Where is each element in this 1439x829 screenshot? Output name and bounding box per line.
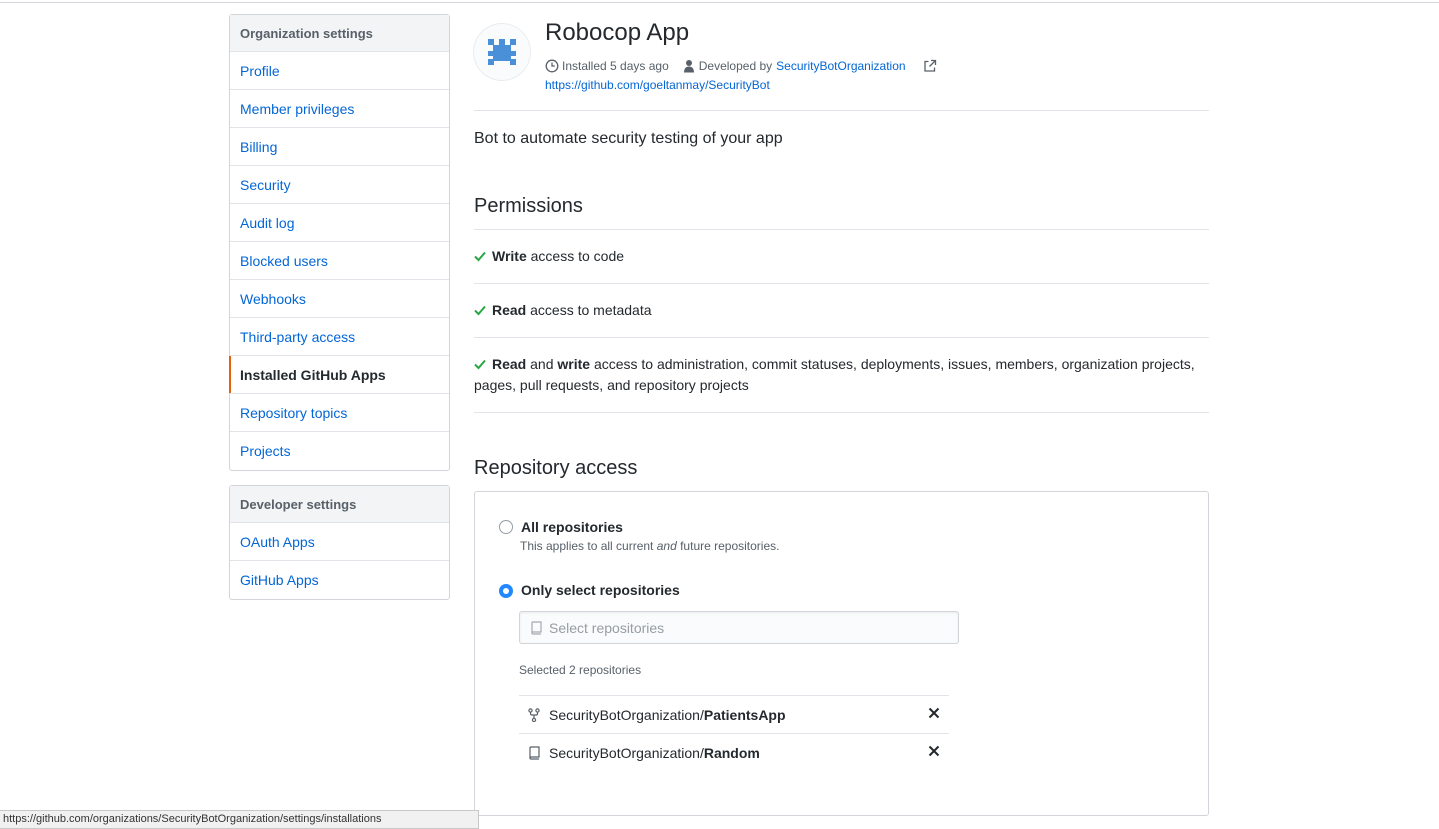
sidebar-item-installed-github-apps[interactable]: Installed GitHub Apps xyxy=(229,356,449,394)
sidebar-item-third-party-access[interactable]: Third-party access xyxy=(230,318,449,356)
remove-repo-button[interactable] xyxy=(927,706,941,720)
repository-access-title: Repository access xyxy=(474,457,638,479)
repo-owner: SecurityBotOrganization/ xyxy=(549,706,704,723)
browser-status-bar: https://github.com/organizations/Securit… xyxy=(0,810,479,829)
repo-name: PatientsApp xyxy=(703,706,786,723)
select-repositories-field[interactable] xyxy=(519,611,959,644)
divider xyxy=(474,337,1209,338)
check-icon xyxy=(474,251,486,262)
all-repositories-label[interactable]: All repositories xyxy=(521,518,623,536)
repository-access-box: All repositories This applies to all cur… xyxy=(474,491,1209,816)
all-repositories-radio[interactable] xyxy=(499,520,513,534)
divider xyxy=(474,412,1209,413)
divider xyxy=(474,283,1209,284)
check-icon xyxy=(474,359,486,370)
developer-settings-menu: Developer settings OAuth Apps GitHub App… xyxy=(229,485,450,600)
app-title: Robocop App xyxy=(545,19,690,46)
permissions-title: Permissions xyxy=(474,195,583,217)
permission-item: Read access to metadata xyxy=(474,300,1209,321)
sidebar-item-oauth-apps[interactable]: OAuth Apps xyxy=(230,523,449,561)
sidebar-item-blocked-users[interactable]: Blocked users xyxy=(230,242,449,280)
sidebar-item-security[interactable]: Security xyxy=(230,166,449,204)
sidebar-item-repository-topics[interactable]: Repository topics xyxy=(230,394,449,432)
sidebar-item-member-privileges[interactable]: Member privileges xyxy=(230,90,449,128)
divider xyxy=(474,229,1209,230)
clock-icon xyxy=(545,59,559,73)
all-repositories-note: This applies to all current and future r… xyxy=(520,539,780,553)
selected-repositories-count: Selected 2 repositories xyxy=(519,663,642,677)
app-logo xyxy=(474,24,530,80)
developed-by-label: Developed by xyxy=(698,59,773,73)
app-repo-url-link[interactable]: https://github.com/goeltanmay/SecurityBo… xyxy=(545,77,770,93)
app-meta: Installed 5 days ago Developed by Securi… xyxy=(545,58,937,74)
repo-icon xyxy=(531,620,542,635)
external-link-icon[interactable] xyxy=(923,59,937,73)
developer-settings-heading: Developer settings xyxy=(230,486,449,523)
sidebar-item-projects[interactable]: Projects xyxy=(230,432,449,470)
developer-link[interactable]: SecurityBotOrganization xyxy=(776,59,905,73)
app-description: Bot to automate security testing of your… xyxy=(474,130,783,147)
window-top-border xyxy=(0,2,1439,3)
list-item: SecurityBotOrganization/PatientsApp xyxy=(519,695,949,733)
person-icon xyxy=(683,60,694,73)
check-icon xyxy=(474,305,486,316)
sidebar-item-audit-log[interactable]: Audit log xyxy=(230,204,449,242)
list-item: SecurityBotOrganization/Random xyxy=(519,733,949,771)
org-settings-heading: Organization settings xyxy=(230,15,449,52)
sidebar-item-billing[interactable]: Billing xyxy=(230,128,449,166)
app-logo-icon xyxy=(488,39,516,65)
repo-name: Random xyxy=(703,744,760,761)
remove-repo-button[interactable] xyxy=(927,744,941,758)
select-repositories-input[interactable] xyxy=(549,619,949,636)
org-settings-menu: Organization settings Profile Member pri… xyxy=(229,14,450,471)
only-select-repositories-label[interactable]: Only select repositories xyxy=(521,581,680,599)
permission-item: Read and write access to administration,… xyxy=(474,356,1195,393)
only-select-repositories-radio[interactable] xyxy=(499,584,513,598)
permission-item: Write access to code xyxy=(474,246,1209,267)
sidebar-item-webhooks[interactable]: Webhooks xyxy=(230,280,449,318)
divider xyxy=(474,110,1209,111)
sidebar-item-github-apps[interactable]: GitHub Apps xyxy=(230,561,449,599)
repo-icon xyxy=(529,745,540,760)
repo-owner: SecurityBotOrganization/ xyxy=(549,744,704,761)
selected-repositories-list: SecurityBotOrganization/PatientsApp Secu… xyxy=(519,695,949,771)
fork-icon xyxy=(528,707,540,722)
installed-time: Installed 5 days ago xyxy=(562,59,669,73)
sidebar-item-profile[interactable]: Profile xyxy=(230,52,449,90)
